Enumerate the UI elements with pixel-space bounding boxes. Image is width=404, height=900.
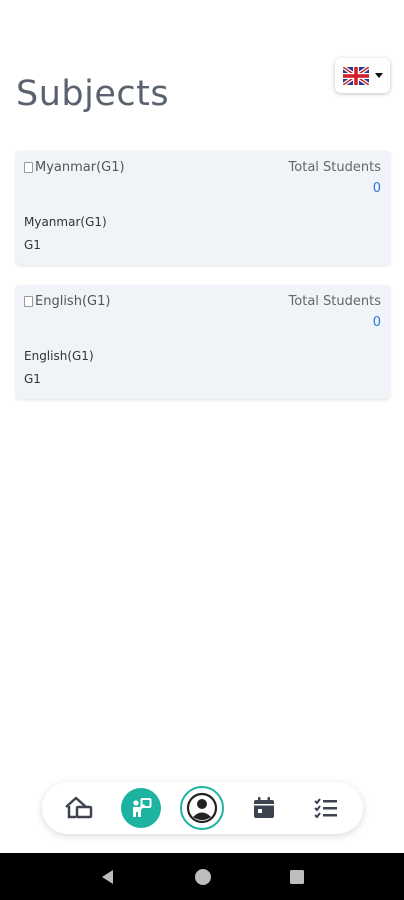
nav-home[interactable] bbox=[57, 786, 101, 830]
back-icon[interactable] bbox=[99, 868, 117, 886]
nav-tasks[interactable] bbox=[304, 786, 348, 830]
bottom-nav bbox=[42, 782, 363, 834]
subject-image: Myanmar(G1) bbox=[24, 160, 125, 175]
subject-card[interactable]: Myanmar(G1) Total Students 0 Myanmar(G1)… bbox=[16, 151, 390, 265]
page-title: Subjects bbox=[16, 74, 170, 114]
broken-image-icon bbox=[24, 162, 33, 173]
subject-grade: G1 bbox=[24, 238, 41, 252]
profile-icon bbox=[187, 792, 218, 824]
nav-profile[interactable] bbox=[180, 786, 225, 830]
subject-image-alt: English(G1) bbox=[35, 294, 111, 309]
system-nav-bar bbox=[0, 853, 404, 900]
language-selector[interactable] bbox=[335, 58, 390, 93]
uk-flag-icon bbox=[342, 66, 369, 85]
subject-image-alt: Myanmar(G1) bbox=[35, 160, 125, 175]
subject-card[interactable]: English(G1) Total Students 0 English(G1)… bbox=[16, 285, 390, 399]
home-icon bbox=[65, 796, 93, 819]
subject-name: English(G1) bbox=[24, 349, 94, 363]
chevron-down-icon bbox=[374, 73, 383, 78]
subject-grade: G1 bbox=[24, 372, 41, 386]
total-students-value: 0 bbox=[372, 315, 381, 330]
nav-calendar[interactable] bbox=[242, 786, 286, 830]
subject-name: Myanmar(G1) bbox=[24, 215, 107, 229]
total-students-label: Total Students bbox=[288, 160, 381, 175]
broken-image-icon bbox=[24, 296, 33, 307]
profile-ring bbox=[180, 786, 225, 830]
subject-image: English(G1) bbox=[24, 294, 110, 309]
nav-subjects[interactable] bbox=[119, 786, 163, 830]
recents-icon[interactable] bbox=[289, 869, 305, 885]
calendar-icon bbox=[254, 797, 275, 818]
total-students-label: Total Students bbox=[288, 294, 381, 309]
total-students-value: 0 bbox=[372, 181, 381, 196]
teacher-board-icon bbox=[132, 798, 152, 817]
home-circle-icon[interactable] bbox=[194, 868, 212, 886]
nav-active-indicator bbox=[120, 788, 161, 828]
checklist-icon bbox=[314, 798, 338, 819]
